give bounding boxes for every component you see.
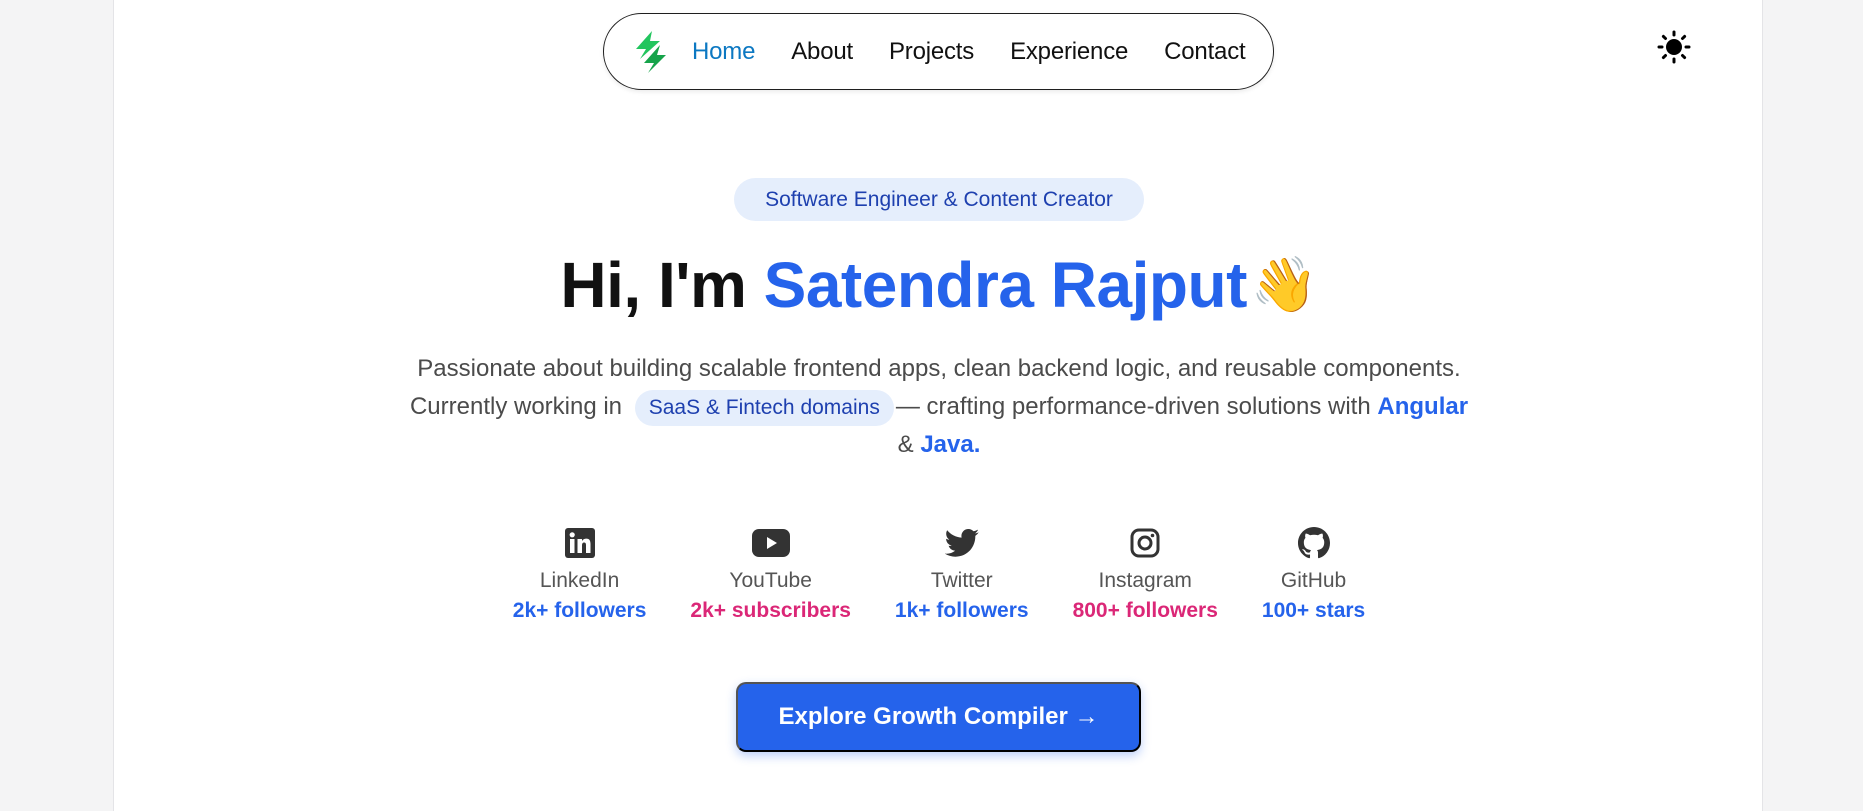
social-count: 1k+ followers: [894, 599, 1029, 622]
social-label: YouTube: [729, 569, 812, 592]
twitter-icon: [944, 525, 979, 561]
social-count: 100+ stars: [1261, 599, 1366, 622]
tech-angular: Angular: [1377, 393, 1469, 420]
hero-name: Satendra Rajput: [763, 249, 1248, 321]
page-container: Home About Projects Experience Contact S…: [113, 0, 1763, 811]
social-label: GitHub: [1280, 569, 1347, 592]
desc-line-1: Passionate about building scalable front…: [417, 355, 1461, 382]
sun-icon: [1657, 30, 1691, 64]
social-instagram[interactable]: Instagram 800+ followers: [1073, 525, 1218, 623]
theme-toggle-button[interactable]: [1655, 28, 1693, 66]
lightning-logo-icon[interactable]: [630, 28, 674, 76]
hero-description: Passionate about building scalable front…: [354, 350, 1524, 464]
hero-headline: Hi, I'm Satendra Rajput👋: [114, 248, 1764, 322]
desc-mid: — crafting performance-driven solutions …: [895, 393, 1371, 420]
social-label: Twitter: [930, 569, 993, 592]
explore-growth-compiler-button[interactable]: Explore Growth Compiler →: [736, 682, 1141, 752]
desc-amp: &: [897, 431, 914, 458]
role-badge: Software Engineer & Content Creator: [734, 178, 1144, 221]
social-count: 800+ followers: [1072, 599, 1218, 622]
linkedin-icon: [564, 525, 595, 561]
nav-link-contact[interactable]: Contact: [1164, 38, 1246, 66]
top-nav: Home About Projects Experience Contact: [603, 13, 1274, 90]
nav-link-projects[interactable]: Projects: [889, 38, 974, 66]
domain-pill: SaaS & Fintech domains: [634, 390, 894, 426]
nav-link-about[interactable]: About: [791, 38, 853, 66]
social-count: 2k+ followers: [512, 599, 647, 622]
social-linkedin[interactable]: LinkedIn 2k+ followers: [512, 525, 647, 623]
tech-java: Java.: [920, 431, 981, 458]
social-twitter[interactable]: Twitter 1k+ followers: [895, 525, 1029, 623]
youtube-icon: [751, 525, 790, 561]
nav-link-home[interactable]: Home: [692, 38, 755, 66]
social-stats: LinkedIn 2k+ followers YouTube 2k+ subsc…: [114, 525, 1764, 623]
wave-emoji: 👋: [1250, 255, 1318, 315]
social-github[interactable]: GitHub 100+ stars: [1262, 525, 1365, 623]
instagram-icon: [1130, 525, 1160, 561]
desc-prefix: Currently working in: [409, 393, 623, 420]
social-label: LinkedIn: [539, 569, 620, 592]
nav-link-experience[interactable]: Experience: [1010, 38, 1128, 66]
greeting-text: Hi, I'm: [560, 249, 747, 321]
social-count: 2k+ subscribers: [690, 599, 851, 622]
social-youtube[interactable]: YouTube 2k+ subscribers: [690, 525, 851, 623]
social-label: Instagram: [1098, 569, 1192, 592]
github-icon: [1297, 525, 1330, 561]
